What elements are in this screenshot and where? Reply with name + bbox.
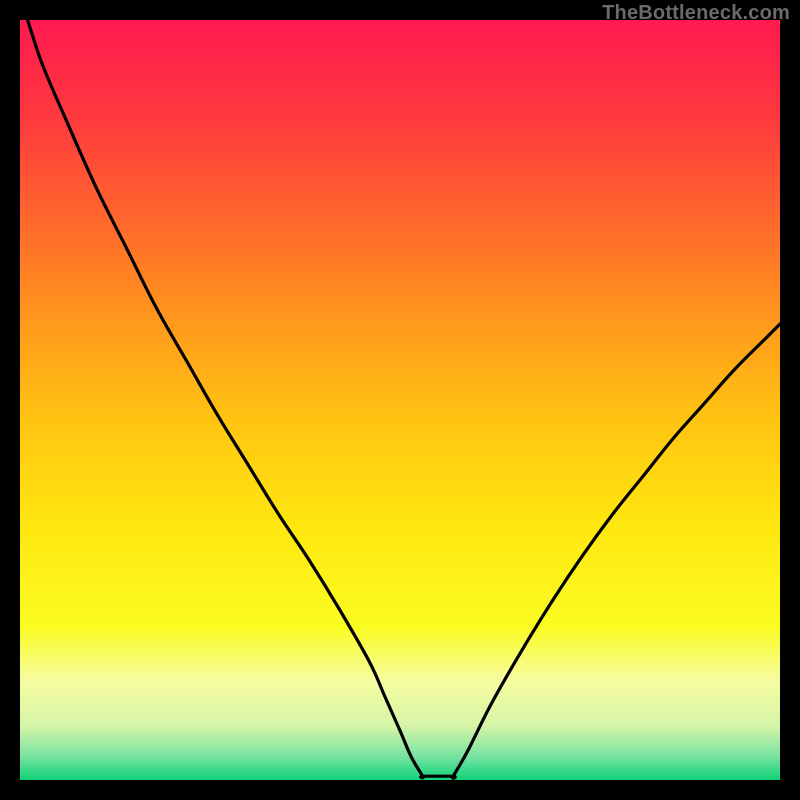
- plot-area: [20, 20, 780, 780]
- bottleneck-curve: [20, 20, 780, 780]
- chart-frame: TheBottleneck.com: [0, 0, 800, 800]
- watermark-text: TheBottleneck.com: [602, 2, 790, 25]
